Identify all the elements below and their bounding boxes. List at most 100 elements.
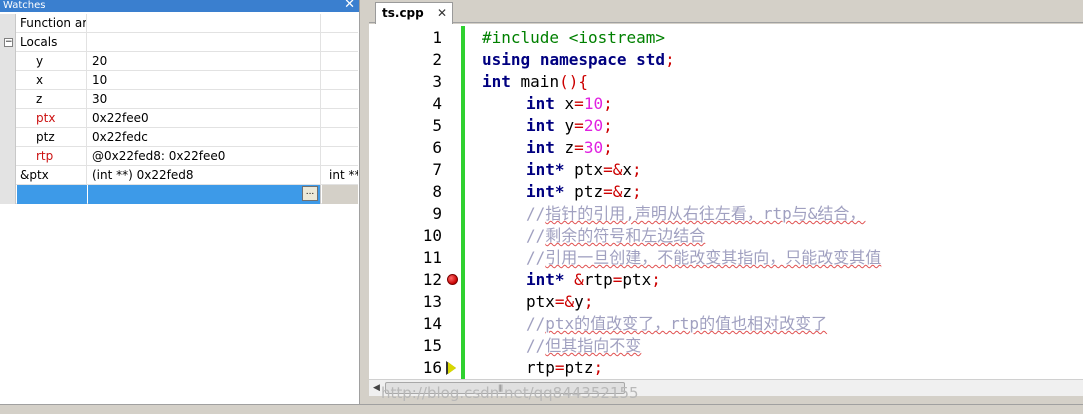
row-gutter [0,128,16,147]
row-gutter [0,147,16,166]
operator: =& [554,292,575,311]
watch-value: 30 [88,90,321,109]
code-line-12: int* &rtp=ptx; [526,269,661,291]
tab-ts-cpp[interactable]: ts.cpp ✕ [375,2,453,24]
watch-type: int ** [329,168,358,182]
new-watch-input[interactable] [17,185,87,204]
watch-type [322,128,358,147]
close-icon[interactable]: ✕ [437,3,447,23]
watch-value: 0x22fedc [88,128,321,147]
watch-name: rtp [17,147,87,166]
number-literal: 20 [583,116,604,135]
watch-name: &ptx [17,166,87,185]
row-gutter [0,90,16,109]
keyword: namespace [539,50,627,69]
code-line-9: //指针的引用,声明从右往左看，rtp与&结合， [526,203,865,225]
comment-text: ptx的值改变了，rtp的值也相对改变了 [545,314,828,333]
row-gutter [0,185,16,204]
current-line-arrow-icon [448,362,456,374]
comment-text: 引用一旦创建，不能改变其指向，只能改变其值 [545,248,882,267]
operator: & [564,270,584,289]
watch-value: (int **) 0x22fed8 [88,166,321,185]
operator: = [574,116,584,135]
code-line-8: int* ptz=&z; [526,181,642,203]
watch-name: Locals [17,33,87,52]
watch-type [322,14,358,33]
row-gutter [0,109,16,128]
row-gutter: − [0,33,16,52]
keyword: int [526,160,555,179]
close-icon[interactable]: ✕ [344,0,355,12]
watch-row-locals[interactable]: − Locals [0,33,358,52]
row-gutter [0,71,16,90]
line-number: 10 [422,226,442,245]
line-number: 6 [432,138,442,157]
line-number: 1 [432,28,442,47]
code-line-13: ptx=&y; [526,291,593,313]
pointer-star: * [554,270,565,289]
identifier: z [622,182,632,201]
code-line-5: int y=20; [526,115,613,137]
watch-value: 0x22fee0 [88,109,321,128]
watch-type [322,71,358,90]
comment-text: 指针的引用,声明从右往左看，rtp与&结合， [545,204,866,223]
watch-row-ptz[interactable]: ptz 0x22fedc [0,128,358,147]
keyword: int [526,94,555,113]
watch-row-rtp[interactable]: rtp @0x22fed8: 0x22fee0 [0,147,358,166]
watch-row-z[interactable]: z 30 [0,90,358,109]
operator: =& [603,182,623,201]
watch-value: 10 [88,71,321,90]
watch-row-new[interactable]: ... [0,185,358,204]
code-line-16: rtp=ptz; [526,357,603,379]
comment-marker: // [526,226,546,245]
operator: = [554,358,565,377]
watch-type [322,109,358,128]
row-gutter [0,166,16,185]
ellipsis-button[interactable]: ... [302,186,318,201]
punctuation: (){ [559,72,588,91]
identifier: rtp [583,270,613,289]
punctuation: ; [603,116,613,135]
watch-name: ptz [17,128,87,147]
watch-row-addr-ptx[interactable]: &ptx (int **) 0x22fed8 int ** [0,166,358,185]
identifier: x [554,94,575,113]
code-line-6: int z=30; [526,137,613,159]
code-line-1: #include <iostream> [482,27,665,49]
tab-label: ts.cpp [382,6,424,20]
identifier: y [554,116,575,135]
watch-row-x[interactable]: x 10 [0,71,358,90]
identifier: rtp [526,358,555,377]
identifier: main [510,72,560,91]
identifier: ptz [564,358,594,377]
keyword: int [526,270,555,289]
watch-name: Function arg [17,14,87,33]
watch-row-y[interactable]: y 20 [0,52,358,71]
watch-name: z [17,90,87,109]
watch-row-function-args[interactable]: Function arg [0,14,358,33]
line-number: 7 [432,160,442,179]
code-area[interactable]: 1 2 3 4 5 6 7 8 9 10 11 12 13 14 15 16 #… [369,24,1083,379]
comment-text: 但其指向不变 [545,336,642,355]
comment-marker: // [526,248,546,267]
panel-splitter[interactable] [361,0,369,404]
row-gutter [0,52,16,71]
watch-type [322,52,358,71]
identifier: x [622,160,632,179]
watch-row-ptx[interactable]: ptx 0x22fee0 [0,109,358,128]
watch-name: ptx [17,109,87,128]
collapse-icon[interactable]: − [4,38,13,47]
punctuation: ; [603,94,613,113]
line-number: 16 [422,358,442,377]
breakpoint-icon[interactable] [447,274,458,285]
watch-value: @0x22fed8: 0x22fee0 [88,147,321,166]
comment-marker: // [526,204,546,223]
line-number: 4 [432,94,442,113]
watch-name: x [17,71,87,90]
line-number-gutter[interactable]: 1 2 3 4 5 6 7 8 9 10 11 12 13 14 15 16 [369,24,462,379]
row-gutter [0,14,16,33]
line-number: 2 [432,50,442,69]
identifier: y [574,292,584,311]
watermark: http://blog.csdn.net/qq844352155 [381,384,639,402]
watch-name: y [17,52,87,71]
watch-value: 20 [88,52,321,71]
